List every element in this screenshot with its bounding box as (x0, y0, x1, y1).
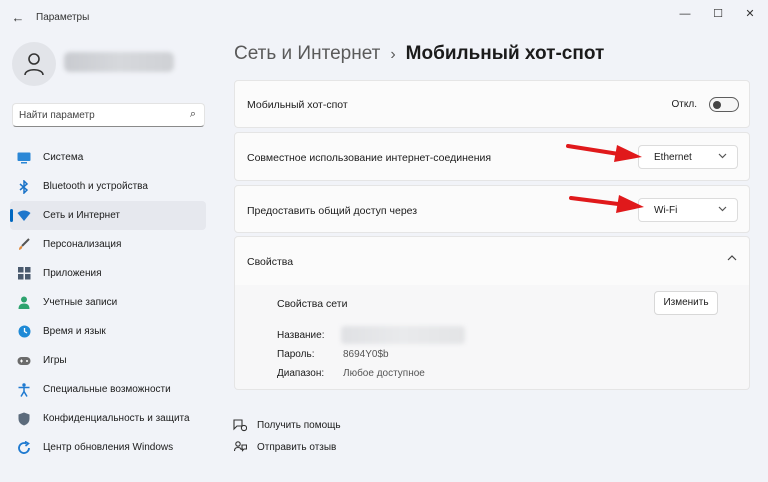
close-button[interactable]: ✕ (735, 4, 765, 24)
get-help-label: Получить помощь (257, 419, 341, 431)
title-bar: ← Параметры — ☐ ✕ (0, 0, 768, 34)
avatar[interactable] (12, 42, 56, 86)
sidebar-item-label: Игры (43, 355, 67, 366)
sidebar-item-label: Конфиденциальность и защита (43, 413, 190, 424)
search-input[interactable] (19, 107, 179, 123)
feedback-icon (233, 440, 247, 454)
windows-update-icon (17, 440, 31, 455)
sidebar-item-accounts[interactable]: Учетные записи (10, 288, 206, 317)
privacy-shield-icon (17, 412, 31, 426)
sidebar-item-label: Система (43, 152, 84, 163)
share-via-dropdown[interactable]: Wi-Fi (638, 198, 738, 222)
share-via-card: Предоставить общий доступ через Wi-Fi (234, 185, 750, 233)
system-icon (17, 151, 31, 165)
sidebar-item-label: Учетные записи (43, 297, 118, 308)
sidebar-item-windows-update[interactable]: Центр обновления Windows (10, 433, 206, 462)
sidebar-item-system[interactable]: Система (10, 143, 206, 172)
dropdown-value: Wi-Fi (654, 205, 678, 216)
gaming-icon (17, 354, 31, 368)
properties-header[interactable]: Свойства (234, 236, 750, 286)
sidebar-item-personalization[interactable]: Персонализация (10, 230, 206, 259)
help-icon (233, 418, 247, 432)
network-icon (17, 209, 31, 223)
share-via-label: Предоставить общий доступ через (247, 205, 418, 217)
sidebar-item-bluetooth[interactable]: Bluetooth и устройства (10, 172, 206, 201)
share-connection-card: Совместное использование интернет-соедин… (234, 132, 750, 181)
sidebar-item-label: Центр обновления Windows (43, 442, 174, 453)
time-language-icon (17, 325, 31, 339)
sidebar-item-privacy[interactable]: Конфиденциальность и защита (10, 404, 206, 433)
accounts-icon (17, 296, 31, 310)
sidebar-item-network[interactable]: Сеть и Интернет (10, 201, 206, 230)
sidebar-item-apps[interactable]: Приложения (10, 259, 206, 288)
send-feedback-label: Отправить отзыв (257, 441, 337, 453)
bluetooth-icon (17, 179, 31, 194)
get-help-link[interactable]: Получить помощь (233, 414, 341, 436)
network-name-redacted (341, 326, 465, 344)
search-icon[interactable]: ⌕ (190, 108, 196, 121)
breadcrumb: Сеть и Интернет › Мобильный хот-спот (234, 43, 604, 65)
hotspot-toggle[interactable] (709, 97, 739, 112)
page-title: Мобильный хот-спот (405, 43, 605, 64)
dropdown-value: Ethernet (654, 152, 692, 163)
person-icon (24, 53, 44, 76)
maximize-button[interactable]: ☐ (703, 4, 733, 24)
sidebar-item-label: Bluetooth и устройства (43, 181, 148, 192)
sidebar-item-label: Время и язык (43, 326, 106, 337)
brush-icon (17, 237, 31, 252)
chevron-down-icon (718, 151, 727, 161)
hotspot-label: Мобильный хот-спот (247, 99, 348, 111)
settings-window: ← Параметры — ☐ ✕ ⌕ Система (0, 0, 768, 482)
annotation-arrow-icon (569, 195, 644, 213)
chevron-up-icon[interactable] (727, 253, 737, 264)
sidebar-nav: Система Bluetooth и устройства Сеть и Ин… (10, 143, 206, 462)
accessibility-icon (17, 382, 31, 397)
chevron-down-icon (718, 204, 727, 214)
share-connection-label: Совместное использование интернет-соедин… (247, 152, 492, 164)
sidebar-item-label: Приложения (43, 268, 102, 279)
password-value: 8694Y0$b (343, 349, 389, 360)
search-box[interactable]: ⌕ (12, 103, 205, 127)
sidebar-item-label: Персонализация (43, 239, 122, 250)
breadcrumb-separator: › (390, 46, 396, 63)
apps-icon (17, 267, 31, 281)
share-connection-dropdown[interactable]: Ethernet (638, 145, 738, 169)
band-value: Любое доступное (343, 368, 425, 379)
edit-button[interactable]: Изменить (654, 291, 718, 315)
band-key: Диапазон: (277, 368, 325, 379)
properties-body: Свойства сети Изменить Название: Пароль:… (234, 285, 750, 390)
toggle-knob (713, 101, 721, 109)
profile-name-redacted (64, 52, 174, 72)
send-feedback-link[interactable]: Отправить отзыв (233, 436, 341, 458)
properties-label: Свойства (247, 256, 294, 268)
network-name-key: Название: (277, 330, 325, 341)
sidebar-item-accessibility[interactable]: Специальные возможности (10, 375, 206, 404)
sidebar-item-label: Сеть и Интернет (43, 210, 121, 221)
app-title: Параметры (36, 12, 90, 23)
sidebar-item-time-language[interactable]: Время и язык (10, 317, 206, 346)
breadcrumb-parent[interactable]: Сеть и Интернет (234, 43, 380, 64)
network-properties-label: Свойства сети (277, 298, 348, 310)
password-key: Пароль: (277, 349, 315, 360)
back-button[interactable]: ← (8, 8, 28, 28)
minimize-button[interactable]: — (670, 4, 700, 24)
sidebar-item-gaming[interactable]: Игры (10, 346, 206, 375)
hotspot-card: Мобильный хот-спот Откл. (234, 80, 750, 128)
hotspot-toggle-state: Откл. (671, 99, 697, 110)
sidebar-item-label: Специальные возможности (43, 384, 171, 395)
help-links: Получить помощь Отправить отзыв (233, 414, 341, 458)
annotation-arrow-icon (566, 144, 642, 162)
